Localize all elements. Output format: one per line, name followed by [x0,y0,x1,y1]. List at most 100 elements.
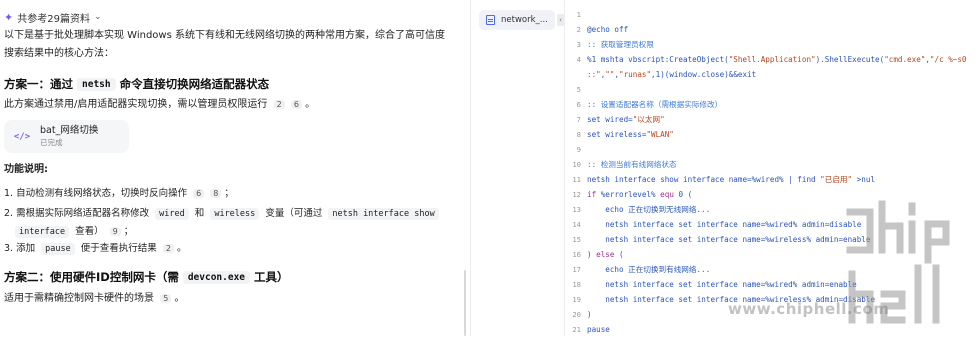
code-line: 8 set wireless="WLAN" [565,127,979,142]
citation-ref[interactable]: 2 [273,100,285,109]
code-text: :: 获取管理员权限 [587,39,654,50]
code-token: "已启用" [820,175,853,184]
code-token: ,1)(window.close)&&exit [651,70,757,79]
inline-code: interface [15,226,70,238]
method1-title-prefix: 方案一：通过 [4,77,73,91]
code-line: 11 netsh interface show interface name=%w… [565,172,979,187]
code-text: netsh interface set interface name=%wire… [587,280,857,289]
code-token: "runas" [619,70,652,79]
chevron-down-icon: ⌄ [93,12,102,22]
code-text: echo 正在切换到有线网络... [587,264,710,275]
code-token: ) [587,250,597,259]
line-number: 21 [572,325,581,334]
method2-title-prefix: 方案二：使用硬件ID控制网卡（需 [4,270,179,284]
chat-scrollbar[interactable] [464,270,466,336]
inline-code: wireless [210,208,260,220]
code-text: pause [587,325,610,334]
citation-ref[interactable]: 6 [290,100,302,109]
code-token: set wired= [587,115,633,124]
file-tab[interactable]: network_... [479,10,555,30]
line-number: 20 [572,310,581,319]
code-token: else [596,250,615,259]
citation-ref[interactable]: 8 [210,189,222,198]
code-text: :: 检测当前有线网络状态 [587,159,677,170]
code-token: "cmd.exe" [884,55,926,64]
inline-code: wired [155,208,189,220]
code-token: %errorlevel% [596,190,661,199]
code-line: 10:: 检测当前有线网络状态 [565,157,979,172]
code-token: :: 获取管理员权限 [587,40,654,49]
line-number: 3 [576,40,581,49]
line-number: 15 [572,235,581,244]
method1-desc: 此方案通过禁用/启用适配器实现切换，需以管理员权限运行 2 6 。 [4,99,316,110]
code-token: "以太网" [632,115,665,124]
code-token: :: 设置适配器名称（需根据实际修改） [587,100,723,109]
line-number: 4 [576,55,581,64]
code-line: 3:: 获取管理员权限 [565,37,979,52]
code-token: netsh interface set interface name=%wire… [587,280,857,289]
method2-desc-text: 适用于需精确控制网卡硬件的场景 [4,293,154,304]
citation-ref[interactable]: 5 [160,294,172,303]
method2-title-suffix: 工具） [254,270,289,284]
code-token: netsh interface set interface name=%wire… [587,220,862,229]
list-end: 。 [176,243,187,254]
line-number: 7 [576,115,581,124]
line-number: 10 [572,160,581,169]
list-text: 添加 [16,243,36,254]
code-text: ) [587,310,592,319]
code-text: :: 设置适配器名称（需根据实际修改） [587,99,722,110]
list-item: 3. 添加 pause 便于查看执行结果 2 。 [4,240,187,255]
line-number: 16 [572,250,581,259]
method1-heading: 方案一：通过 netsh 命令直接切换网络适配器状态 [4,76,269,92]
list-end: ； [224,188,234,199]
code-text: netsh interface show interface name=%wir… [587,174,875,185]
code-token: :: 检测当前有线网络状态 [587,160,677,169]
line-number: 14 [572,220,581,229]
inline-code: pause [41,243,75,255]
sources-label: 共参考29篇资料 [17,13,90,25]
code-token: ( [614,250,624,259]
code-token: if [587,190,597,199]
list-text: 便于查看执行结果 [80,243,157,254]
list-text: 和 [194,208,205,219]
code-line: 4 %1 mshta vbscript:CreateObject("Shell.A… [565,52,979,67]
code-token: @echo off [587,25,629,34]
code-icon: </> [13,131,31,142]
list-text: 查看） [75,226,104,237]
line-number: 6 [576,100,581,109]
code-token: equ [660,190,674,199]
code-token: "Shell.Application" [728,55,816,64]
code-text: @echo off [587,25,628,34]
line-number: 18 [572,280,581,289]
code-text: set wired="以太网" [587,114,665,125]
code-text: ) else ( [587,250,624,259]
code-token: "/c %~s0 [929,55,967,64]
code-text: ::","","runas",1)(window.close)&&exit [587,70,756,79]
list-item: 2. 需根据实际网络适配器名称修改 wired 和 wireless 变量（可通… [4,205,442,241]
code-artifact-card[interactable]: </> bat_网络切换 已完成 [4,120,129,153]
sources-toggle[interactable]: ✦ 共参考29篇资料 ⌄ [4,9,102,25]
line-number: 5 [576,85,581,94]
line-number: 17 [572,265,581,274]
code-text: set wireless="WLAN" [587,130,674,139]
line-number: 1 [576,10,581,19]
collapse-panel-button[interactable]: ‹ [557,14,564,26]
method2-code: devcon.exe [182,270,251,284]
method1-desc-text: 此方案通过禁用/启用适配器实现切换，需以管理员权限运行 [4,99,268,110]
code-text: %1 mshta vbscript:CreateObject("Shell.Ap… [587,55,967,64]
code-token: >nul [852,175,875,184]
citation-ref[interactable]: 2 [162,244,174,253]
code-line: 6:: 设置适配器名称（需根据实际修改） [565,97,979,112]
list-text: 变量（可通过 [265,208,323,219]
citation-ref[interactable]: 9 [109,227,121,236]
code-token: %1 mshta vbscript:CreateObject( [587,55,729,64]
code-line: 2 @echo off [565,22,979,37]
list-num: 2. [4,208,14,219]
code-token: ) [587,310,592,319]
line-number: 12 [572,190,581,199]
code-line: 5 [565,82,979,97]
code-line: ::","","runas",1)(window.close)&&exit [565,67,979,82]
list-num: 1. [4,188,14,199]
citation-ref[interactable]: 6 [193,189,205,198]
list-num: 3. [4,243,14,254]
